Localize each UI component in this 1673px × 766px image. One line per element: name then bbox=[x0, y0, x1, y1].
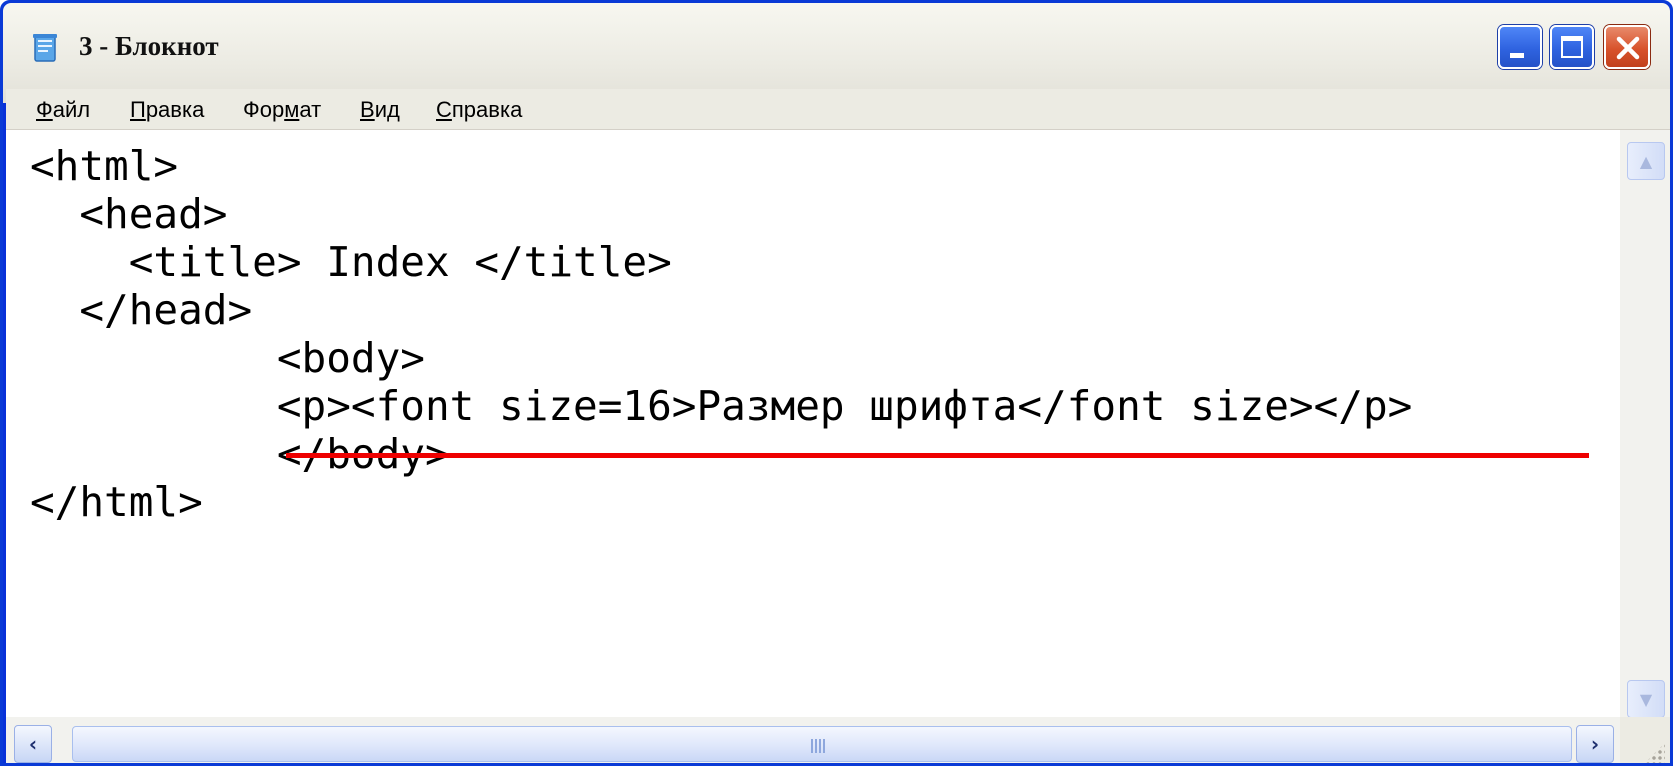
arrow-down-icon: ▼ bbox=[1639, 689, 1653, 709]
code-line: <head> bbox=[30, 190, 228, 238]
arrow-right-icon: › bbox=[1590, 732, 1600, 756]
menu-format[interactable]: Формат bbox=[243, 97, 321, 123]
notepad-icon bbox=[33, 34, 57, 62]
horizontal-scrollbar[interactable]: ‹ › bbox=[6, 717, 1620, 763]
menu-help-label: правка bbox=[451, 97, 523, 122]
notepad-window: 3 - Блокнот Файл Правка Формат Вид Справ… bbox=[0, 0, 1673, 766]
code-line: <html> bbox=[30, 142, 179, 190]
menu-view[interactable]: Вид bbox=[360, 97, 400, 123]
menu-file[interactable]: Файл bbox=[36, 97, 90, 123]
menu-edit[interactable]: Правка bbox=[130, 97, 204, 123]
arrow-left-icon: ‹ bbox=[28, 732, 38, 756]
scroll-down-button[interactable]: ▼ bbox=[1627, 680, 1665, 718]
resize-grip-icon bbox=[1645, 743, 1665, 763]
menu-help[interactable]: Справка bbox=[436, 97, 522, 123]
highlight-underline bbox=[286, 453, 1589, 458]
menu-bar: Файл Правка Формат Вид Справка bbox=[6, 89, 1670, 130]
menu-file-accesskey: Ф bbox=[36, 97, 53, 122]
code-line: <body> bbox=[30, 334, 425, 382]
close-button[interactable] bbox=[1604, 25, 1650, 69]
vertical-scrollbar[interactable]: ▲ ▼ bbox=[1620, 130, 1670, 718]
minimize-button[interactable] bbox=[1498, 25, 1542, 69]
menu-format-label-end: ат bbox=[299, 97, 322, 122]
resize-grip[interactable] bbox=[1620, 717, 1670, 763]
scroll-thumb[interactable] bbox=[72, 726, 1572, 762]
maximize-button[interactable] bbox=[1550, 25, 1594, 69]
close-icon bbox=[1616, 36, 1640, 60]
title-bar[interactable]: 3 - Блокнот bbox=[3, 3, 1670, 103]
scroll-right-button[interactable]: › bbox=[1576, 725, 1614, 763]
code-line: <p><font size=16>Размер шрифта</font siz… bbox=[30, 382, 1413, 430]
scroll-left-button[interactable]: ‹ bbox=[14, 725, 52, 763]
text-editor[interactable]: <html> <head> <title> Index </title> </h… bbox=[6, 130, 1620, 717]
maximize-icon bbox=[1561, 36, 1583, 58]
code-line: </head> bbox=[30, 286, 253, 334]
menu-file-label: айл bbox=[52, 97, 91, 122]
minimize-icon bbox=[1510, 53, 1524, 58]
menu-edit-accesskey: П bbox=[130, 97, 146, 122]
window-title: 3 - Блокнот bbox=[79, 31, 219, 61]
scroll-up-button[interactable]: ▲ bbox=[1627, 142, 1665, 180]
grip-icon bbox=[811, 739, 827, 753]
menu-format-accesskey: м bbox=[284, 97, 300, 122]
code-line: </html> bbox=[30, 478, 203, 526]
menu-edit-label: равка bbox=[145, 97, 205, 122]
menu-help-accesskey: С bbox=[436, 97, 452, 122]
arrow-up-icon: ▲ bbox=[1639, 151, 1653, 171]
menu-format-label-start: Фор bbox=[243, 97, 285, 122]
menu-view-label: ид bbox=[374, 97, 400, 122]
code-line: <title> Index </title> bbox=[30, 238, 672, 286]
menu-view-accesskey: В bbox=[360, 97, 375, 122]
